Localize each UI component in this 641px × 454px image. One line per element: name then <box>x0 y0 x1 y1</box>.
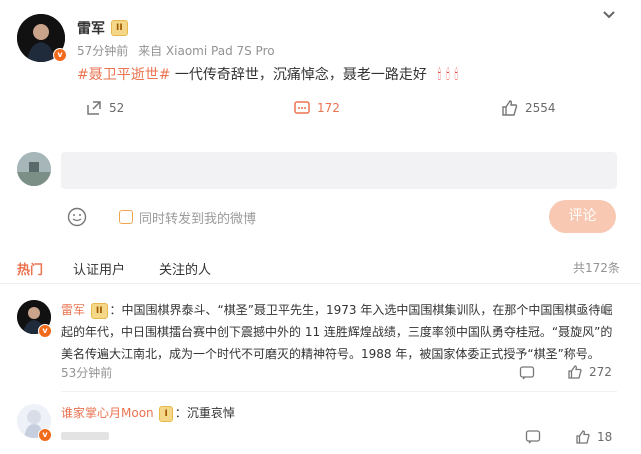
tab-following[interactable]: 关注的人 <box>159 259 211 278</box>
repost-icon <box>87 101 101 115</box>
comment-body: 谁家掌心月Moon I ：沉重哀悼 <box>61 402 235 424</box>
candle-emoji-icon: 🕯 <box>445 67 450 83</box>
divider <box>61 391 617 392</box>
repost-count: 52 <box>109 101 125 115</box>
post-text: 一代传奇辞世，沉痛悼念，聂老一路走好 <box>170 67 427 83</box>
comment-time: 53分钟前 <box>61 366 113 380</box>
comment-body: 雷军 II ：中国围棋界泰斗、“棋圣”聂卫平先生，1973 年入选中国围棋集训队，… <box>61 299 617 365</box>
repost-button[interactable]: 52 <box>85 99 124 117</box>
comment-count: 172 <box>317 101 340 115</box>
comment-like-button[interactable]: 18 <box>575 429 612 445</box>
my-avatar[interactable] <box>17 152 51 186</box>
comment-icon <box>294 101 310 114</box>
comment-like-button[interactable]: 272 <box>567 364 612 380</box>
chevron-down-icon[interactable] <box>600 6 618 24</box>
tab-verified-users[interactable]: 认证用户 <box>73 259 125 278</box>
comment-author[interactable]: 谁家掌心月Moon <box>61 406 154 420</box>
emoji-icon[interactable] <box>67 207 87 231</box>
thumbs-up-icon <box>502 100 518 116</box>
verified-badge-icon: v <box>38 324 52 338</box>
level-badge-text: I <box>159 405 173 422</box>
submit-comment-button[interactable]: 评论 <box>549 200 616 233</box>
comment-like-count: 272 <box>589 365 612 379</box>
comment-author[interactable]: 雷军 <box>61 303 85 317</box>
comment-text: ：中国围棋界泰斗、“棋圣”聂卫平先生，1973 年入选中国围棋集训队，在那个中国… <box>61 303 613 361</box>
reply-icon[interactable] <box>525 429 541 449</box>
comment-text: ：沉重哀悼 <box>174 406 235 420</box>
candle-emoji-icon: 🕯 <box>437 67 442 83</box>
verified-badge-icon: v <box>38 428 52 442</box>
level-badge-text: II <box>111 20 128 36</box>
also-repost-checkbox[interactable] <box>119 210 133 224</box>
level-badge-text: II <box>90 302 108 319</box>
like-count: 2554 <box>525 101 556 115</box>
divider <box>0 283 641 284</box>
reply-icon[interactable] <box>519 365 535 385</box>
post-source: 来自 Xiaomi Pad 7S Pro <box>138 44 275 58</box>
comment-button[interactable]: 172 <box>293 99 340 117</box>
my-avatar-image <box>17 152 51 186</box>
tab-hot[interactable]: 热门 <box>17 259 43 278</box>
like-button[interactable]: 2554 <box>501 99 556 117</box>
also-repost-label[interactable]: 同时转发到我的微博 <box>139 208 256 227</box>
post-author[interactable]: 雷军 <box>77 18 105 38</box>
candle-emoji-icon: 🕯 <box>454 67 459 83</box>
post-meta: 57分钟前 来自 Xiaomi Pad 7S Pro <box>77 42 275 59</box>
thumbs-up-icon <box>576 430 590 444</box>
post-content: #聂卫平逝世# 一代传奇辞世，沉痛悼念，聂老一路走好 🕯 🕯 🕯 <box>77 64 458 84</box>
verified-badge-icon: v <box>53 48 67 62</box>
comment-like-count: 18 <box>597 430 613 444</box>
post-time[interactable]: 57分钟前 <box>77 44 128 58</box>
level-badge: II <box>111 19 128 36</box>
redacted-text <box>61 432 109 440</box>
comment-input[interactable] <box>61 152 617 189</box>
thumbs-up-icon <box>568 365 582 379</box>
total-comment-count: 共172条 <box>573 261 620 275</box>
hashtag-link[interactable]: #聂卫平逝世# <box>77 67 170 83</box>
